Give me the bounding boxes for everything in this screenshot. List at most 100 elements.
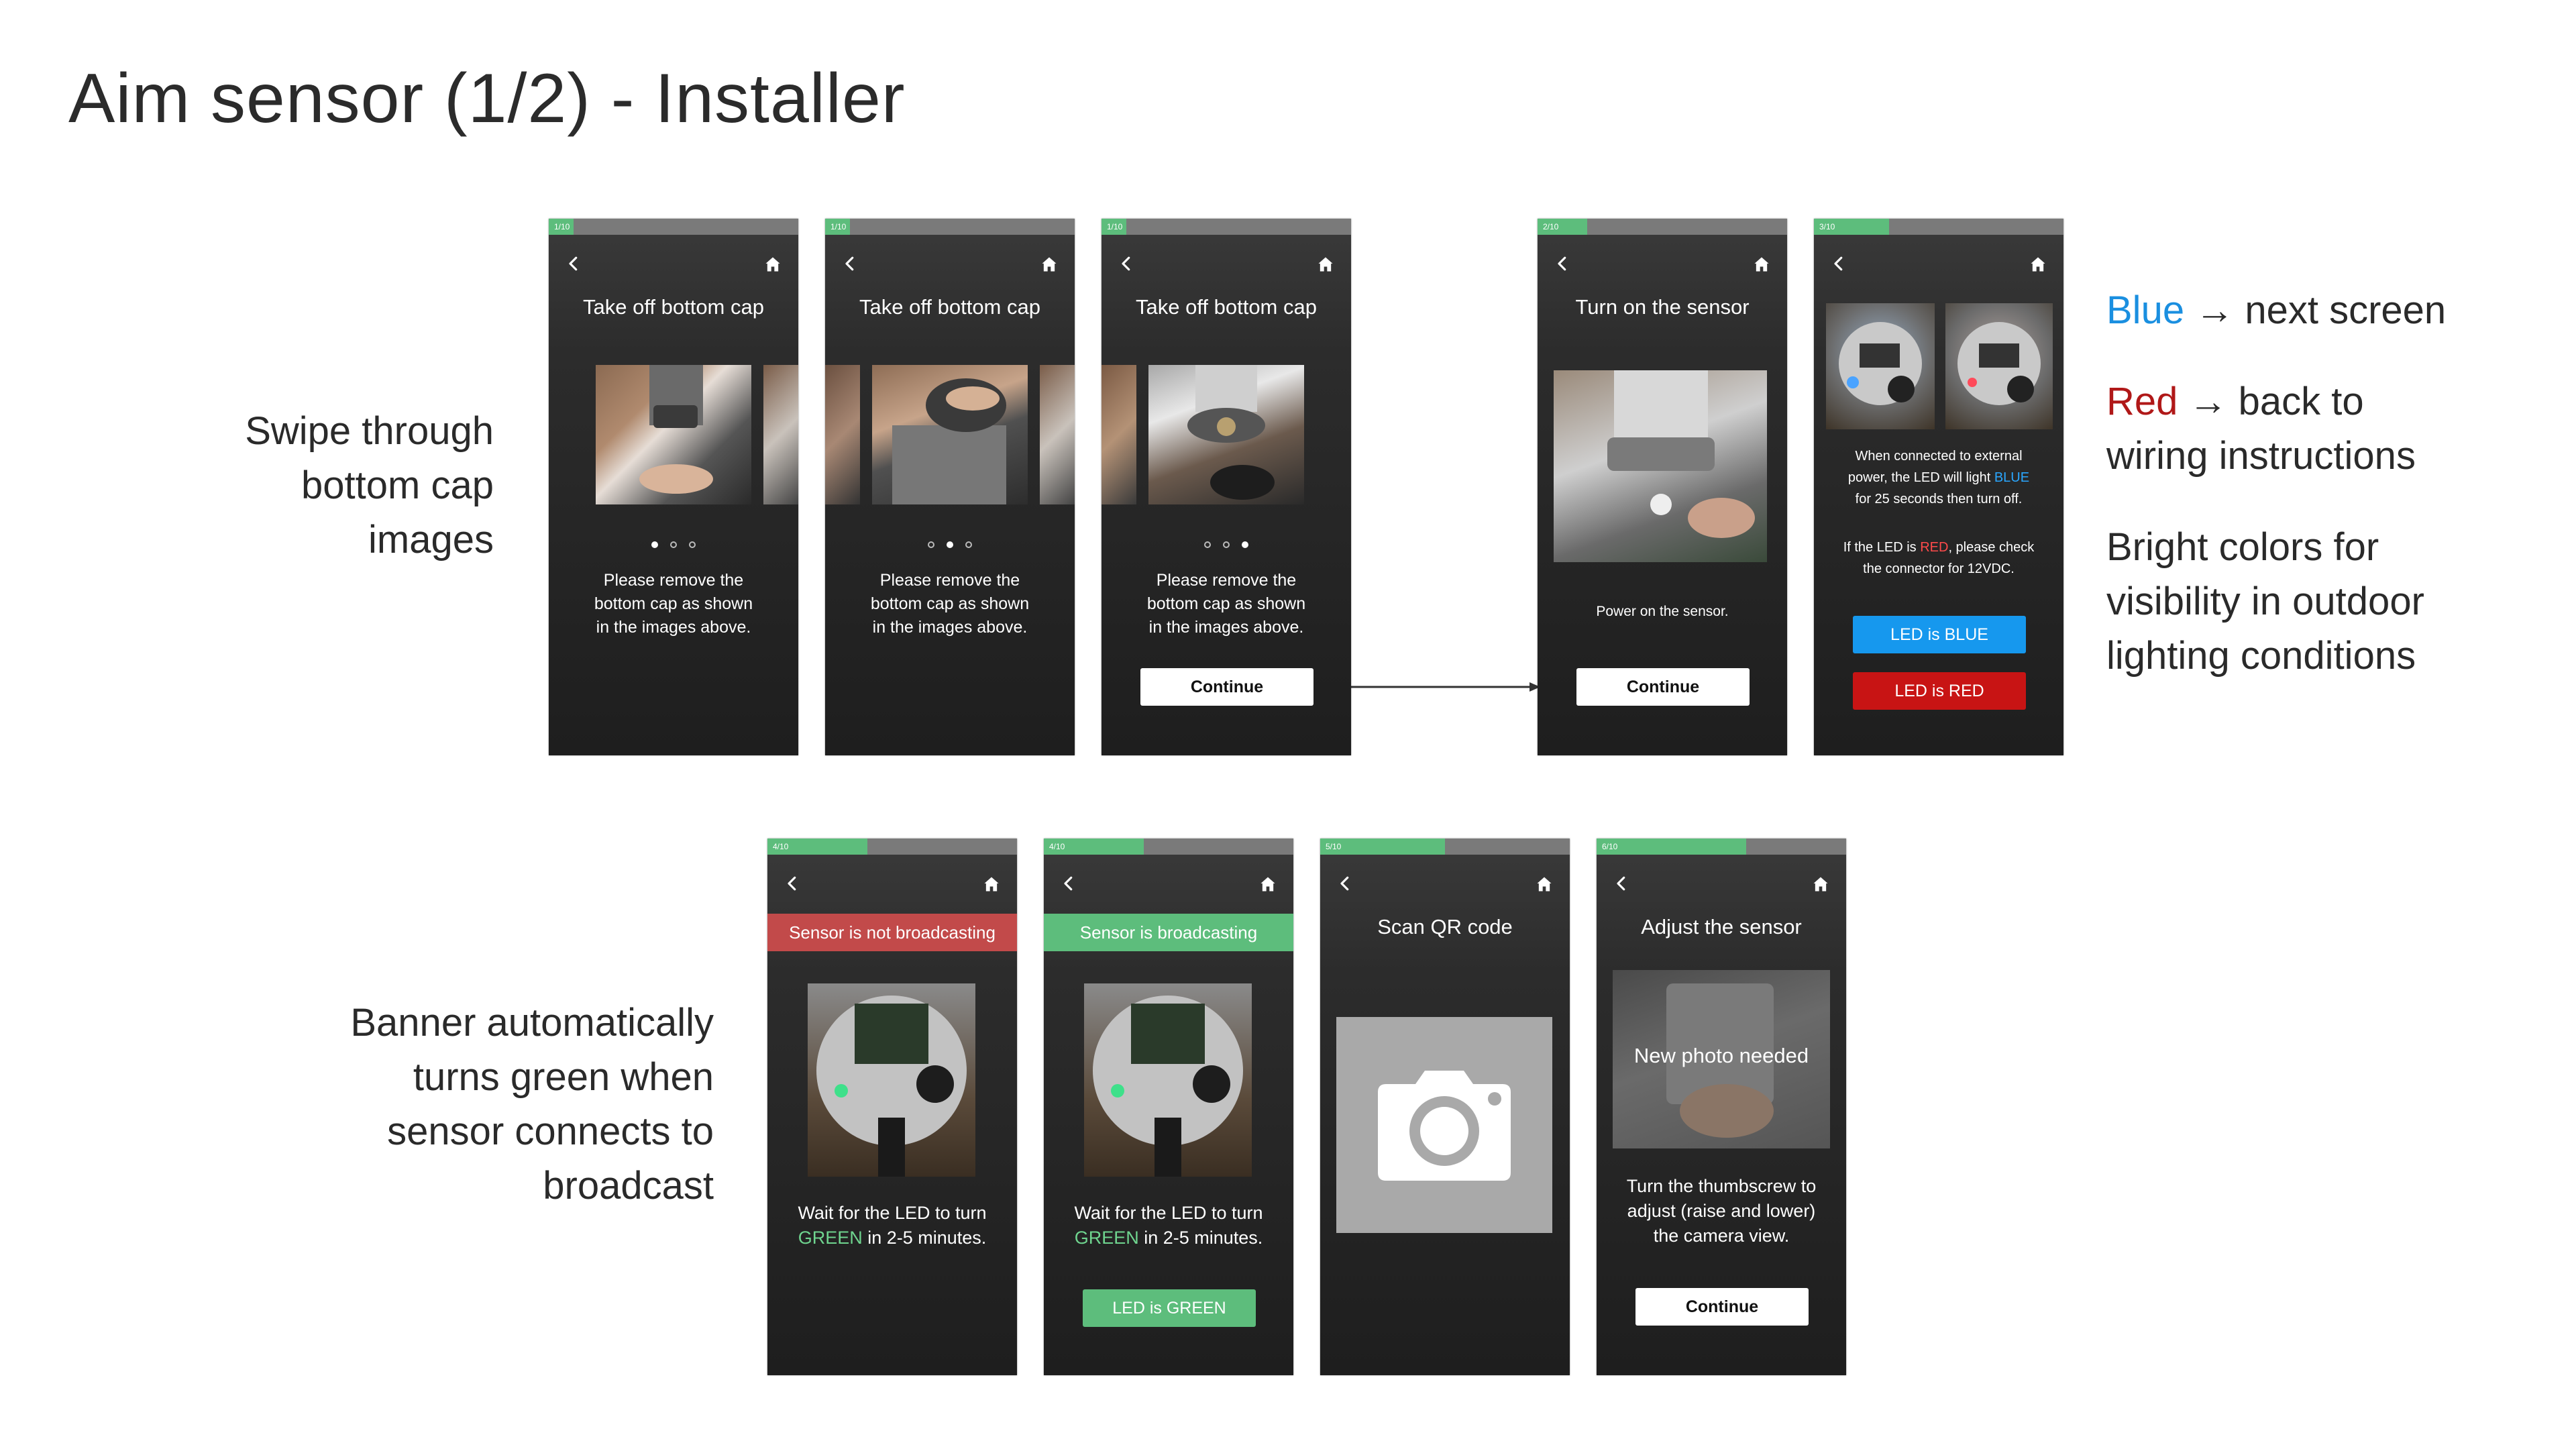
- dot[interactable]: [1242, 541, 1248, 548]
- screen-title: Take off bottom cap: [1136, 295, 1317, 319]
- text-line: bottom cap as shown: [870, 594, 1030, 613]
- continue-button[interactable]: Continue: [1140, 668, 1313, 706]
- dot[interactable]: [689, 541, 696, 548]
- note-line: Red → back to: [2106, 374, 2536, 429]
- progress-bar: 4/10: [767, 839, 1017, 855]
- dot[interactable]: [965, 541, 972, 548]
- status-banner: Sensor is broadcasting: [1044, 914, 1293, 951]
- carousel-next-peek[interactable]: [763, 365, 798, 504]
- back-icon[interactable]: [1611, 873, 1631, 894]
- progress-fill: [1597, 839, 1747, 855]
- back-icon[interactable]: [1116, 254, 1136, 274]
- note-line: visibility in outdoor: [2106, 580, 2424, 623]
- note-red-rest: → back to: [2178, 380, 2364, 423]
- continue-button[interactable]: Continue: [1635, 1288, 1809, 1326]
- progress-bar: 3/10: [1814, 219, 2063, 235]
- carousel-dots[interactable]: [825, 539, 1075, 551]
- home-icon[interactable]: [1535, 875, 1554, 894]
- home-icon[interactable]: [2029, 255, 2047, 274]
- led-red-button[interactable]: LED is RED: [1853, 672, 2026, 710]
- red-word: RED: [1920, 540, 1949, 555]
- dot[interactable]: [670, 541, 677, 548]
- dot[interactable]: [928, 541, 934, 548]
- progress-label: 2/10: [1543, 222, 1559, 231]
- carousel-prev-peek[interactable]: [1102, 365, 1136, 504]
- screen-take-off-cap-2: 1/10 Take off bottom cap Please remove t…: [825, 219, 1075, 755]
- text-line: If the LED is RED, please check: [1823, 537, 2054, 558]
- screen-adjust-sensor: 6/10 Adjust the sensor New photo needed …: [1597, 839, 1846, 1375]
- screen-title: Take off bottom cap: [859, 295, 1040, 319]
- instruction-text: Power on the sensor.: [1596, 604, 1729, 619]
- progress-label: 6/10: [1602, 842, 1618, 851]
- instruction-text: Please remove the bottom cap as shown in…: [1112, 569, 1340, 639]
- sensor-photo: [1554, 370, 1767, 562]
- text-line: Please remove the: [879, 571, 1020, 590]
- dot[interactable]: [947, 541, 953, 548]
- sensor-board-photo: [1084, 983, 1252, 1177]
- back-icon[interactable]: [1335, 873, 1355, 894]
- carousel-image[interactable]: [1148, 365, 1304, 504]
- text-line: bottom cap as shown: [594, 594, 753, 613]
- continue-button[interactable]: Continue: [1576, 668, 1750, 706]
- camera-icon: [1378, 1071, 1511, 1181]
- instruction-text: Wait for the LED to turn GREEN in 2-5 mi…: [1055, 1201, 1283, 1250]
- note-line: lighting conditions: [2106, 634, 2416, 678]
- progress-bar: 6/10: [1597, 839, 1846, 855]
- camera-preview[interactable]: New photo needed: [1613, 970, 1830, 1148]
- carousel-image[interactable]: [872, 365, 1028, 504]
- notes-panel: Blue → next screen Red → back to wiring …: [2106, 283, 2536, 720]
- carousel-image[interactable]: [596, 365, 751, 504]
- dot[interactable]: [1204, 541, 1211, 548]
- text-line: bottom cap as shown: [1146, 594, 1306, 613]
- home-icon[interactable]: [1316, 255, 1335, 274]
- carousel-next-peek[interactable]: [1040, 365, 1075, 504]
- back-icon[interactable]: [782, 873, 802, 894]
- progress-bar: 2/10: [1538, 219, 1787, 235]
- carousel-dots[interactable]: [549, 539, 798, 551]
- led-green-button[interactable]: LED is GREEN: [1083, 1289, 1256, 1327]
- camera-viewfinder[interactable]: [1336, 1017, 1552, 1233]
- text-line: Wait for the LED to turn: [1074, 1203, 1263, 1223]
- dot[interactable]: [1223, 541, 1230, 548]
- dot[interactable]: [651, 541, 658, 548]
- led-blue-text: When connected to external power, the LE…: [1823, 445, 2054, 510]
- status-banner: Sensor is not broadcasting: [767, 914, 1017, 951]
- home-icon[interactable]: [1040, 255, 1059, 274]
- text-line: for 25 seconds then turn off.: [1855, 492, 2023, 506]
- back-icon[interactable]: [564, 254, 584, 274]
- home-icon[interactable]: [982, 875, 1001, 894]
- note-red: Red → back to wiring instructions: [2106, 374, 2536, 483]
- progress-bar: 5/10: [1320, 839, 1570, 855]
- caption-banner: Banner automatically turns green when se…: [268, 996, 714, 1213]
- text-line: Please remove the: [603, 571, 744, 590]
- screen-not-broadcasting: 4/10 Sensor is not broadcasting Wait for…: [767, 839, 1017, 1375]
- back-icon[interactable]: [1552, 254, 1572, 274]
- caption-line: Swipe through: [245, 409, 494, 453]
- instruction-text: Wait for the LED to turn GREEN in 2-5 mi…: [778, 1201, 1006, 1250]
- back-icon[interactable]: [1829, 254, 1849, 274]
- text-line: the camera view.: [1653, 1226, 1790, 1246]
- instruction-text: Please remove the bottom cap as shown in…: [559, 569, 788, 639]
- home-icon[interactable]: [1752, 255, 1771, 274]
- note-blue-word: Blue: [2106, 288, 2185, 332]
- text-line: GREEN in 2-5 minutes.: [1055, 1226, 1283, 1250]
- carousel-prev-peek[interactable]: [825, 365, 860, 504]
- screen-take-off-cap-3: 1/10 Take off bottom cap Please remove t…: [1102, 219, 1351, 755]
- note-red-word: Red: [2106, 380, 2178, 423]
- text-line: Wait for the LED to turn: [798, 1203, 987, 1223]
- progress-label: 4/10: [773, 842, 789, 851]
- home-icon[interactable]: [1258, 875, 1277, 894]
- back-icon[interactable]: [840, 254, 860, 274]
- home-icon[interactable]: [763, 255, 782, 274]
- instruction-text: Turn the thumbscrew to adjust (raise and…: [1607, 1174, 1835, 1248]
- led-blue-button[interactable]: LED is BLUE: [1853, 616, 2026, 653]
- text-part: in 2-5 minutes.: [1138, 1228, 1263, 1248]
- note-bright: Bright colors for visibility in outdoor …: [2106, 520, 2536, 683]
- text-line: in the images above.: [1148, 618, 1304, 637]
- carousel-dots[interactable]: [1102, 539, 1351, 551]
- progress-label: 1/10: [830, 222, 847, 231]
- screen-broadcasting: 4/10 Sensor is broadcasting Wait for the…: [1044, 839, 1293, 1375]
- home-icon[interactable]: [1811, 875, 1830, 894]
- back-icon[interactable]: [1059, 873, 1079, 894]
- text-line: in the images above.: [596, 618, 751, 637]
